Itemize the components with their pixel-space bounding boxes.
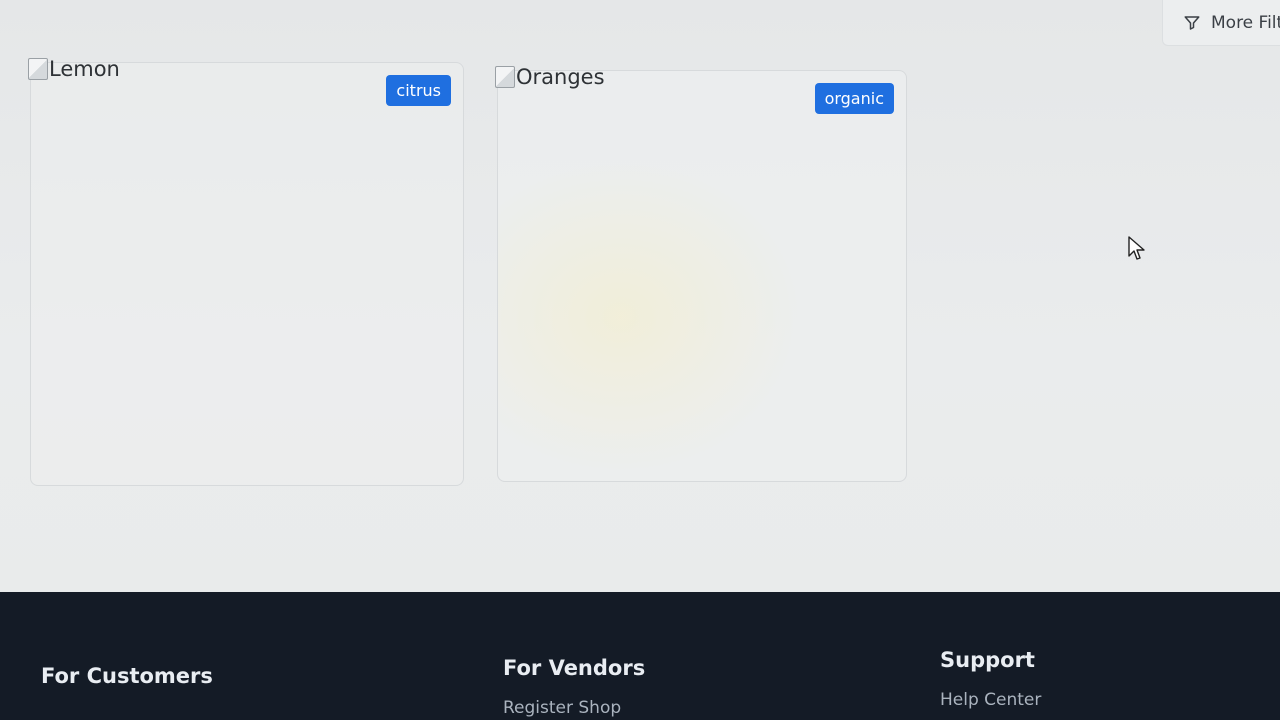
broken-image-icon	[28, 58, 48, 80]
help-center-link[interactable]: Help Center	[940, 690, 1041, 710]
main-content: More Filte Lemon citrus Oranges organic	[0, 0, 1280, 592]
footer-support-column: Support Help Center	[940, 648, 1041, 710]
filter-icon	[1184, 15, 1200, 30]
footer-support-heading: Support	[940, 648, 1035, 672]
footer-vendors-heading: For Vendors	[503, 656, 646, 680]
product-image-alt: Lemon	[49, 57, 120, 81]
product-tag-badge: organic	[814, 83, 894, 114]
register-shop-link[interactable]: Register Shop	[503, 698, 645, 718]
product-card-oranges[interactable]: Oranges organic	[495, 65, 907, 482]
footer-customers-column: For Customers	[41, 664, 213, 688]
footer-customers-heading: For Customers	[41, 664, 213, 688]
more-filters-label: More Filte	[1211, 12, 1280, 33]
broken-image-icon	[495, 66, 515, 88]
product-image[interactable]: Oranges	[495, 65, 605, 89]
product-tag-badge: citrus	[386, 75, 451, 106]
product-image-alt: Oranges	[516, 65, 605, 89]
footer-vendors-column: For Vendors Register Shop	[503, 656, 645, 718]
site-footer: For Customers For Vendors Register Shop …	[0, 592, 1280, 720]
mouse-cursor-icon	[1128, 236, 1145, 260]
product-image[interactable]: Lemon	[28, 57, 120, 81]
product-card-lemon[interactable]: Lemon citrus	[28, 57, 464, 486]
more-filters-button[interactable]: More Filte	[1162, 0, 1280, 46]
